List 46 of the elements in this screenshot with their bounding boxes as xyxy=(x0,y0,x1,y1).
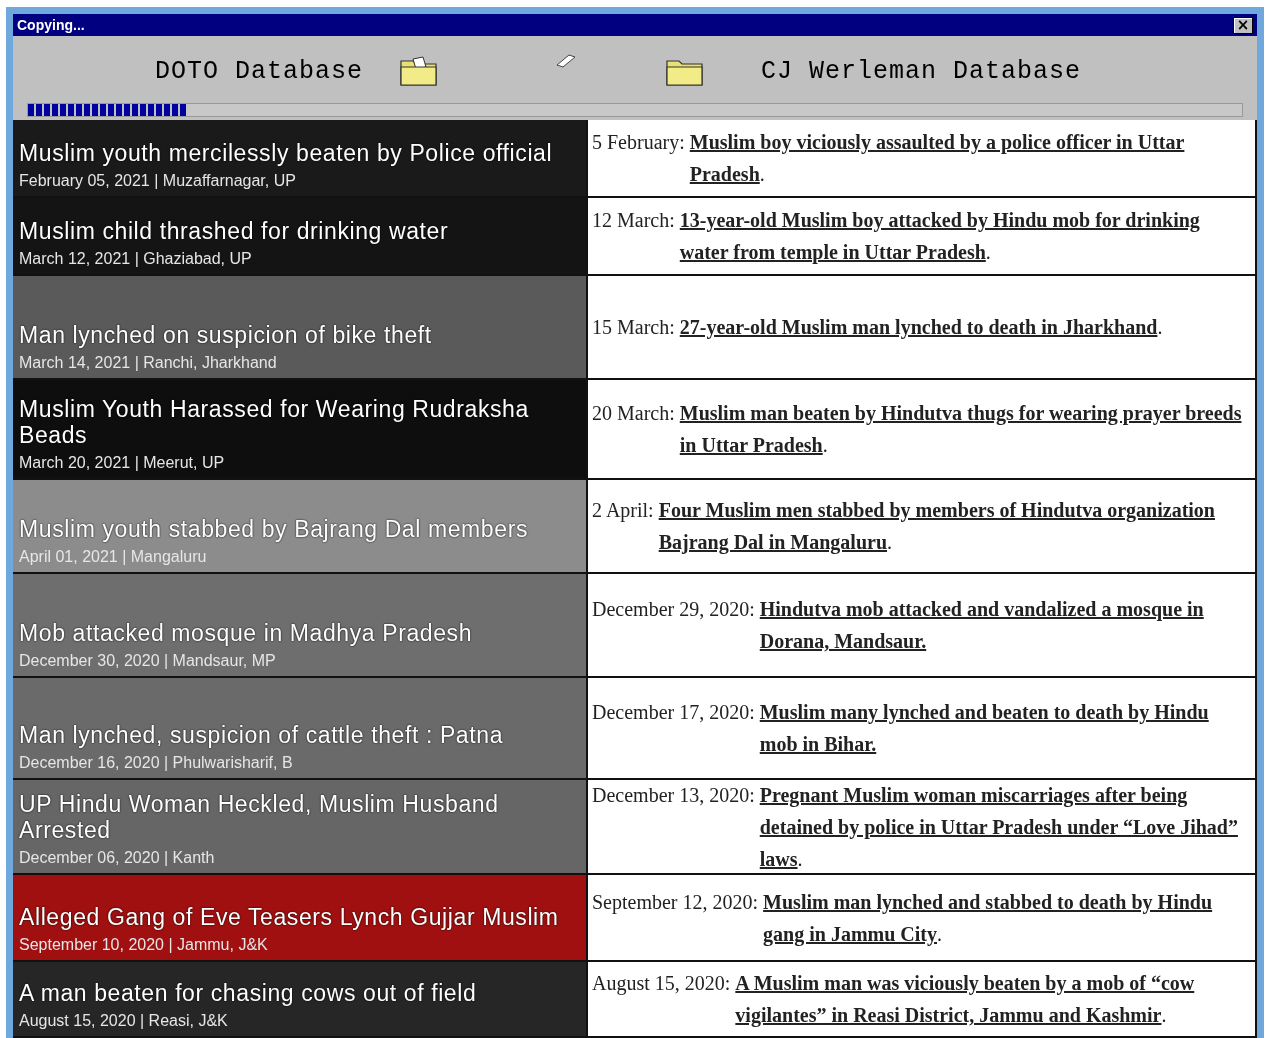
open-folder-icon xyxy=(399,55,440,87)
article-link[interactable]: Muslim man beaten by Hindutva thugs for wearing prayer breeds in Uttar Pradesh. xyxy=(679,397,1251,461)
article-link[interactable]: Four Muslim men stabbed by members of Hindutva organization Bajrang Dal in Mangaluru. xyxy=(658,494,1251,558)
article-link[interactable]: Muslim man lynched and stabbed to death by Hindu gang in Jammu City. xyxy=(763,885,1251,950)
article-link[interactable]: 13-year-old Muslim boy attacked by Hindu mob for drinking water from temple in Uttar Pradesh. xyxy=(679,204,1251,268)
destination-label: CJ Werleman Database xyxy=(761,56,1082,86)
date-location: December 16, 2020 | Phulwarisharif, B xyxy=(19,753,294,773)
article-link[interactable]: Muslim boy viciously assaulted by a police officer in Uttar Pradesh. xyxy=(689,126,1251,190)
entry-date: August 15, 2020: xyxy=(592,971,731,997)
headline: Muslim Youth Harassed for Wearing Rudraksha Beads xyxy=(19,396,530,448)
article-link[interactable]: Pregnant Muslim woman miscarriages after being detained by police in Uttar Pradesh under “Love Jihad” laws. xyxy=(759,778,1251,875)
entry-date: 15 March: xyxy=(592,315,675,340)
entry-date: 12 March: xyxy=(592,208,675,233)
date-location: April 01, 2021 | Mangaluru xyxy=(19,547,208,567)
headline: Mob attacked mosque in Madhya Pradesh xyxy=(19,620,474,646)
date-location: December 06, 2020 | Kanth xyxy=(19,848,216,868)
entry-date: 20 March: xyxy=(592,401,675,426)
paper-icon xyxy=(555,53,578,69)
headline: Muslim child thrashed for drinking water xyxy=(19,218,450,244)
article-link[interactable]: Hindutva mob attacked and vandalized a mosque in Dorana, Mandsaur. xyxy=(759,593,1251,657)
entry-date: 2 April: xyxy=(592,498,654,524)
headline: Muslim youth mercilessly beaten by Police official xyxy=(19,140,554,166)
date-location: March 12, 2021 | Ghaziabad, UP xyxy=(19,249,253,269)
source-label: DOTO Database xyxy=(155,56,364,86)
headline: A man beaten for chasing cows out of field xyxy=(19,980,478,1006)
headline: Muslim youth stabbed by Bajrang Dal members xyxy=(19,516,529,542)
headline: Man lynched, suspicion of cattle theft : Patna xyxy=(19,722,505,748)
date-location: December 30, 2020 | Mandsaur, MP xyxy=(19,651,277,671)
entry-date: September 12, 2020: xyxy=(592,889,759,916)
headline: Man lynched on suspicion of bike theft xyxy=(19,322,433,348)
headline: UP Hindu Woman Heckled, Muslim Husband Arrested xyxy=(19,791,500,843)
entry-date: December 13, 2020: xyxy=(592,782,755,808)
headline: Alleged Gang of Eve Teasers Lynch Gujjar Muslim xyxy=(19,904,560,930)
entry-date: 5 February: xyxy=(592,130,685,156)
date-location: February 05, 2021 | Muzaffarnagar, UP xyxy=(19,171,297,191)
close-button[interactable]: × xyxy=(1233,16,1253,34)
entry-date: December 29, 2020: xyxy=(592,597,755,622)
date-location: March 14, 2021 | Ranchi, Jharkhand xyxy=(19,353,278,373)
date-location: March 20, 2021 | Meerut, UP xyxy=(19,453,226,473)
date-location: August 15, 2020 | Reasi, J&K xyxy=(19,1011,229,1031)
window-title: Copying... xyxy=(17,17,85,34)
article-link[interactable]: Muslim many lynched and beaten to death by Hindu mob in Bihar. xyxy=(759,696,1251,760)
date-location: September 10, 2020 | Jammu, J&K xyxy=(19,935,269,955)
entry-date: December 17, 2020: xyxy=(592,700,755,725)
article-link[interactable]: 27-year-old Muslim man lynched to death in Jharkhand. xyxy=(679,311,1163,343)
article-link[interactable]: A Muslim man was viciously beaten by a mob of “cow vigilantes” in Reasi District, Jammu and Kashmir. xyxy=(735,967,1251,1031)
